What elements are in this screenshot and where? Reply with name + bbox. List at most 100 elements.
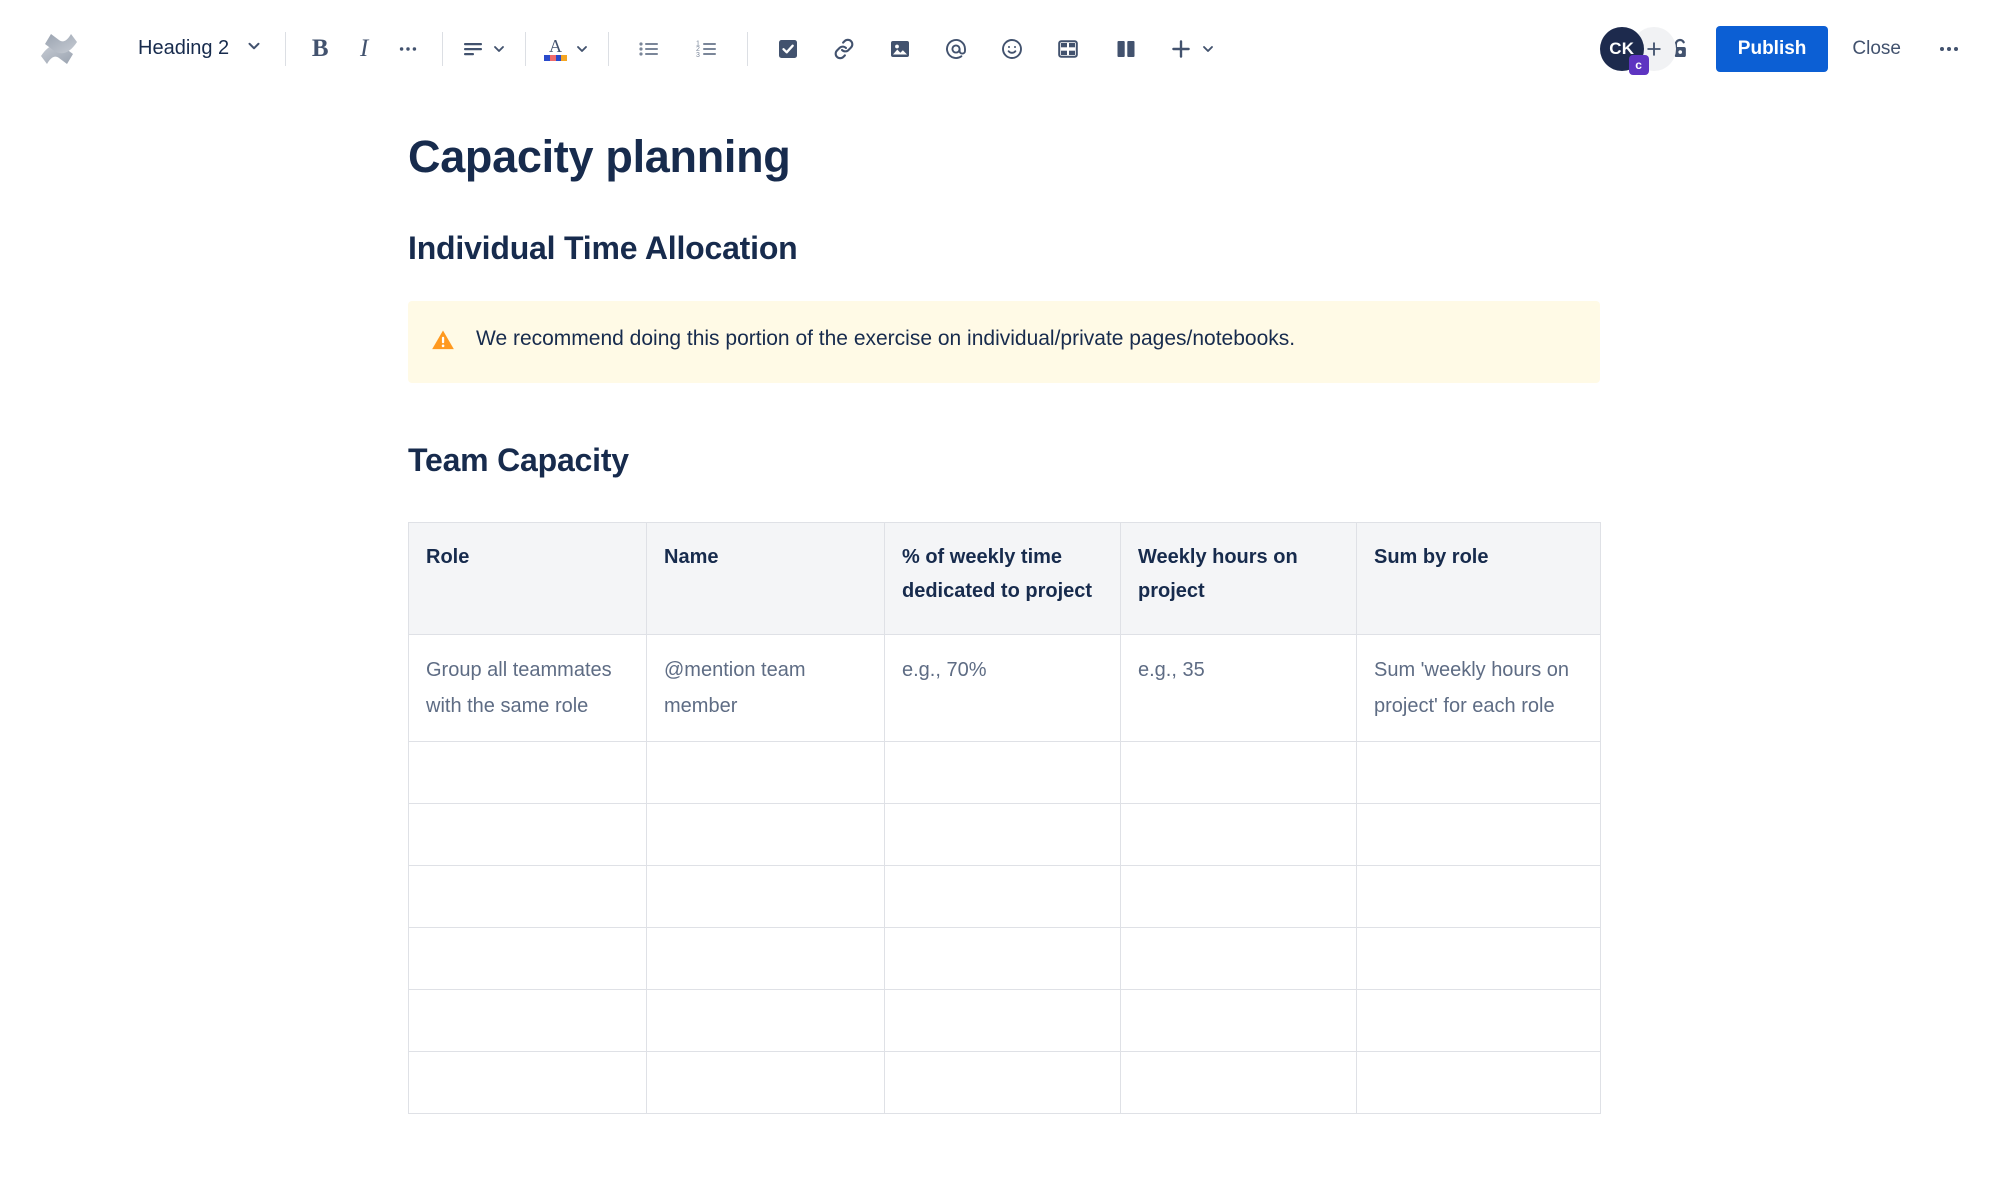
- avatar[interactable]: CK c: [1599, 26, 1649, 75]
- cell-percent[interactable]: [884, 865, 1121, 928]
- cell-name[interactable]: @mention team member: [646, 634, 885, 742]
- cell-name[interactable]: [646, 1051, 885, 1114]
- text-color-icon: A: [544, 36, 568, 61]
- toolbar-divider: [525, 31, 527, 66]
- cell-sum[interactable]: [1356, 989, 1601, 1052]
- image-button[interactable]: [878, 27, 922, 71]
- toolbar-divider: [608, 31, 610, 66]
- warning-panel-text: We recommend doing this portion of the e…: [476, 327, 1296, 350]
- emoji-smiley-icon: [1000, 37, 1024, 61]
- table-row: [408, 741, 1601, 804]
- column-header-sum-by-role[interactable]: Sum by role: [1356, 522, 1601, 635]
- table-row: [408, 803, 1601, 866]
- insert-button[interactable]: [1162, 27, 1222, 71]
- toolbar-divider: [442, 31, 444, 66]
- svg-text:3: 3: [696, 51, 700, 58]
- mention-button[interactable]: [934, 27, 978, 71]
- at-mention-icon: [944, 37, 968, 61]
- cell-hours[interactable]: [1120, 1051, 1357, 1114]
- table-body: Group all teammates with the same role @…: [408, 634, 1601, 1114]
- section-heading-team-capacity[interactable]: Team Capacity: [408, 440, 1999, 480]
- cell-name[interactable]: [646, 989, 885, 1052]
- cell-percent[interactable]: [884, 1051, 1121, 1114]
- table-button[interactable]: [1046, 27, 1090, 71]
- table-row: [408, 865, 1601, 928]
- table-grid-icon: [1056, 37, 1080, 61]
- column-header-role[interactable]: Role: [408, 522, 647, 635]
- action-item-button[interactable]: [766, 27, 810, 71]
- cell-role[interactable]: [408, 989, 647, 1052]
- cell-role[interactable]: Group all teammates with the same role: [408, 634, 647, 742]
- chevron-down-icon: [574, 41, 590, 57]
- cell-sum[interactable]: [1356, 865, 1601, 928]
- chevron-down-icon: [491, 41, 507, 57]
- text-align-button[interactable]: [455, 27, 513, 71]
- text-style-label: Heading 2: [138, 37, 230, 59]
- cell-name[interactable]: [646, 741, 885, 804]
- warning-triangle-icon: [430, 327, 456, 358]
- more-options-button[interactable]: [1927, 27, 1971, 71]
- table-header-row: Role Name % of weekly time dedicated to …: [408, 522, 1601, 635]
- chevron-down-icon: [245, 37, 263, 61]
- table-row: Group all teammates with the same role @…: [408, 634, 1601, 742]
- table-row: [408, 927, 1601, 990]
- cell-hours[interactable]: [1120, 989, 1357, 1052]
- cell-role[interactable]: [408, 741, 647, 804]
- cell-percent[interactable]: [884, 989, 1121, 1052]
- cell-sum[interactable]: [1356, 1051, 1601, 1114]
- column-header-weekly-hours[interactable]: Weekly hours on project: [1120, 522, 1357, 635]
- more-formatting-button[interactable]: [386, 27, 430, 71]
- toolbar-divider: [747, 31, 749, 66]
- chevron-down-icon: [1200, 41, 1216, 57]
- text-color-button[interactable]: A: [538, 27, 596, 71]
- cell-sum[interactable]: [1356, 741, 1601, 804]
- table-header: Role Name % of weekly time dedicated to …: [408, 522, 1601, 635]
- cell-role[interactable]: [408, 1051, 647, 1114]
- cell-percent[interactable]: [884, 927, 1121, 990]
- confluence-logo-icon[interactable]: [36, 26, 82, 72]
- cell-hours[interactable]: [1120, 803, 1357, 866]
- cell-hours[interactable]: [1120, 865, 1357, 928]
- section-heading-individual-time-allocation[interactable]: Individual Time Allocation: [408, 228, 1999, 268]
- italic-button[interactable]: I: [342, 27, 386, 71]
- layout-button[interactable]: [1104, 27, 1148, 71]
- publish-button[interactable]: Publish: [1715, 25, 1829, 72]
- avatar-product-badge: c: [1628, 54, 1649, 75]
- cell-sum[interactable]: [1356, 803, 1601, 866]
- text-style-select[interactable]: Heading 2: [126, 27, 273, 71]
- numbered-list-button[interactable]: 123: [685, 27, 729, 71]
- cell-percent[interactable]: [884, 741, 1121, 804]
- cell-name[interactable]: [646, 865, 885, 928]
- link-button[interactable]: [822, 27, 866, 71]
- page-title[interactable]: Capacity planning: [408, 130, 1999, 184]
- team-capacity-table: Role Name % of weekly time dedicated to …: [408, 522, 1601, 1114]
- bullet-list-button[interactable]: [627, 27, 671, 71]
- cell-role[interactable]: [408, 927, 647, 990]
- image-icon: [888, 37, 912, 61]
- table-row: [408, 989, 1601, 1052]
- plus-icon: [1168, 36, 1194, 62]
- cell-hours[interactable]: [1120, 741, 1357, 804]
- page-content: Capacity planning Individual Time Alloca…: [0, 97, 1999, 1114]
- cell-role[interactable]: [408, 865, 647, 928]
- column-header-name[interactable]: Name: [646, 522, 885, 635]
- cell-hours[interactable]: e.g., 35: [1120, 634, 1357, 742]
- cell-role[interactable]: [408, 803, 647, 866]
- cell-hours[interactable]: [1120, 927, 1357, 990]
- close-button[interactable]: Close: [1834, 26, 1919, 72]
- team-capacity-table-wrapper: Role Name % of weekly time dedicated to …: [408, 522, 1601, 1114]
- table-row: [408, 1051, 1601, 1114]
- checkbox-checked-icon: [776, 37, 800, 61]
- cell-percent[interactable]: [884, 803, 1121, 866]
- cell-sum[interactable]: [1356, 927, 1601, 990]
- column-header-percent-weekly-time[interactable]: % of weekly time dedicated to project: [884, 522, 1121, 635]
- emoji-button[interactable]: [990, 27, 1034, 71]
- collaborators-group: CK c: [1599, 26, 1676, 75]
- toolbar-divider: [285, 31, 287, 66]
- cell-name[interactable]: [646, 803, 885, 866]
- cell-sum[interactable]: Sum 'weekly hours on project' for each r…: [1356, 634, 1601, 742]
- bold-button[interactable]: B: [298, 27, 342, 71]
- cell-percent[interactable]: e.g., 70%: [884, 634, 1121, 742]
- cell-name[interactable]: [646, 927, 885, 990]
- warning-panel[interactable]: We recommend doing this portion of the e…: [408, 301, 1600, 383]
